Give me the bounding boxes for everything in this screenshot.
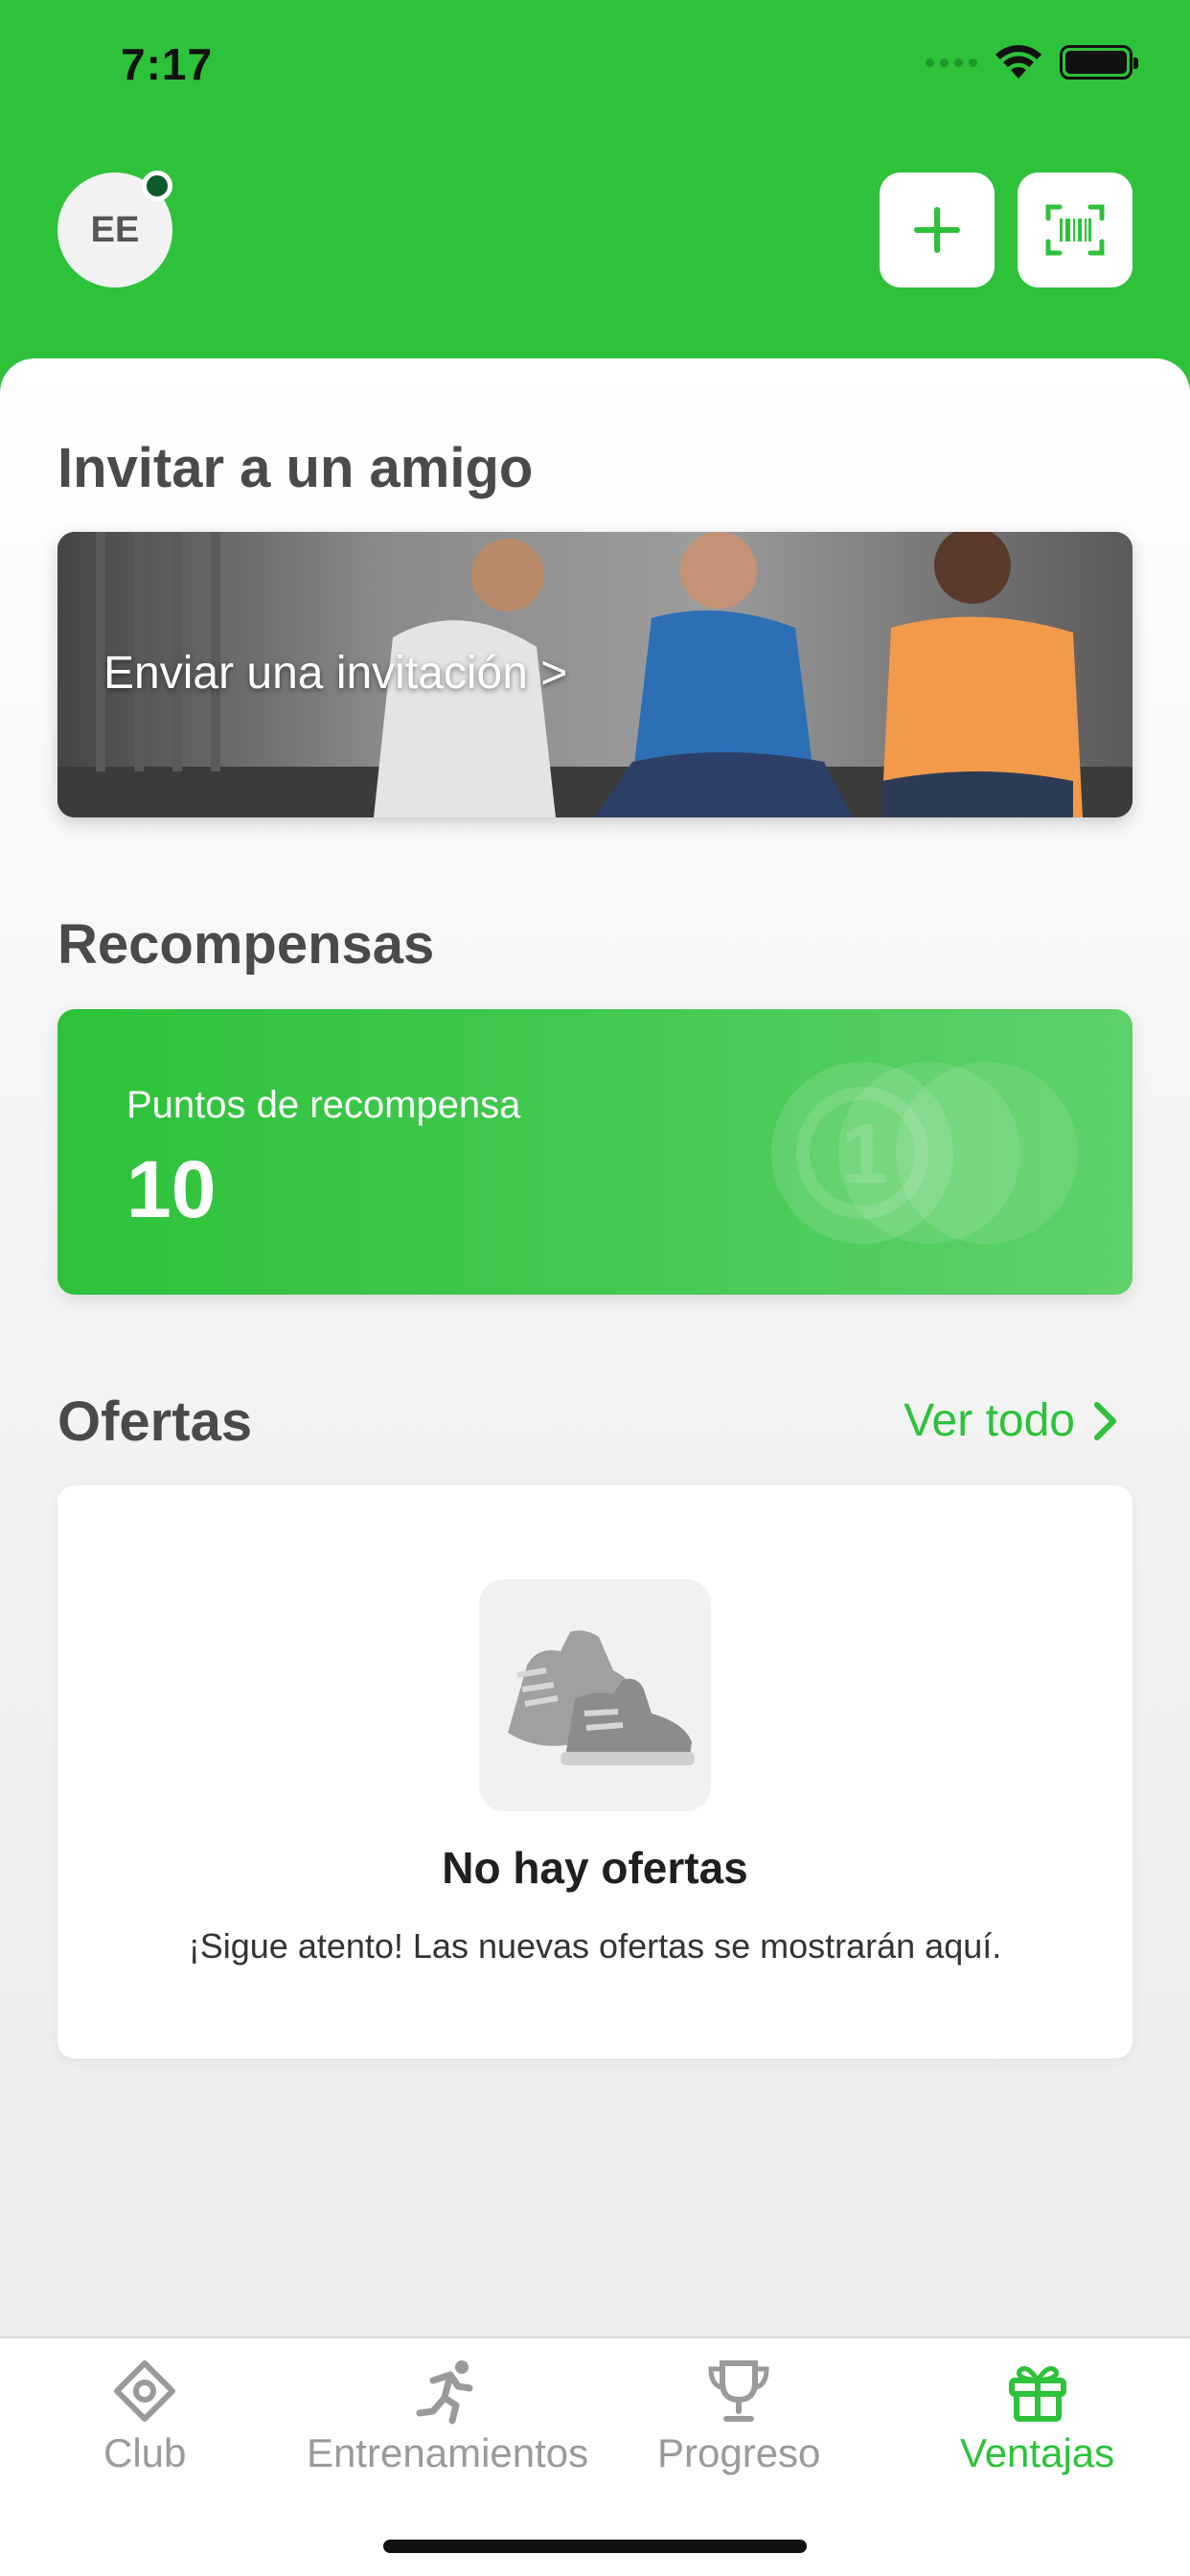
trophy-icon: [708, 2360, 769, 2422]
rewards-label: Puntos de recompensa: [126, 1084, 521, 1126]
header: 7:17 EE: [0, 0, 1190, 402]
send-invite-link[interactable]: Enviar una invitación >: [103, 647, 567, 700]
rewards-card[interactable]: Puntos de recompensa 10 1: [57, 1009, 1133, 1295]
rewards-section-title: Recompensas: [57, 913, 435, 976]
offers-section-title: Ofertas: [57, 1391, 253, 1453]
invite-section-title: Invitar a un amigo: [57, 437, 534, 499]
tab-entrenamientos[interactable]: Entrenamientos: [307, 2358, 588, 2476]
notification-dot: [142, 171, 172, 201]
status-icons: [926, 44, 1138, 80]
see-all-button[interactable]: Ver todo: [904, 1394, 1119, 1447]
wifi-icon: [995, 45, 1041, 79]
empty-offers-title: No hay ofertas: [442, 1843, 748, 1893]
club-diamond-icon: [114, 2360, 176, 2422]
chevron-right-icon: [1094, 1401, 1116, 1440]
rewards-points-value: 10: [126, 1144, 217, 1234]
add-button[interactable]: [880, 172, 995, 288]
offers-empty-card: No hay ofertas ¡Sigue atento! Las nuevas…: [57, 1485, 1133, 2058]
barcode-scan-icon: [1045, 204, 1105, 256]
plus-icon: [914, 207, 960, 253]
screen: 7:17 EE Invitar a un amigo Enviar una in…: [0, 0, 1190, 2576]
invite-banner[interactable]: Enviar una invitación >: [57, 532, 1133, 817]
shoes-icon: [508, 1630, 695, 1765]
tab-label-club: Club: [103, 2430, 187, 2475]
see-all-label: Ver todo: [904, 1395, 1075, 1446]
shoe-illustration: [479, 1579, 711, 1811]
status-time: 7:17: [121, 39, 214, 89]
running-icon: [416, 2360, 473, 2425]
tab-progreso[interactable]: Progreso: [657, 2358, 820, 2476]
battery-icon: [1060, 45, 1138, 80]
coin-number: 1: [841, 1106, 888, 1201]
tab-club[interactable]: Club: [103, 2358, 186, 2476]
gift-icon: [1008, 2366, 1066, 2422]
coins-icon: [771, 1062, 1078, 1244]
tab-label-progreso: Progreso: [657, 2430, 821, 2475]
empty-offers-text: ¡Sigue atento! Las nuevas ofertas se mos…: [188, 1926, 1002, 1966]
scan-button[interactable]: [1018, 172, 1133, 288]
home-indicator: [383, 2540, 807, 2553]
tab-label-ventajas: Ventajas: [960, 2430, 1115, 2475]
tab-label-entrenamientos: Entrenamientos: [307, 2430, 589, 2475]
tab-ventajas[interactable]: Ventajas: [960, 2358, 1114, 2476]
cellular-signal-icon: [926, 58, 977, 67]
